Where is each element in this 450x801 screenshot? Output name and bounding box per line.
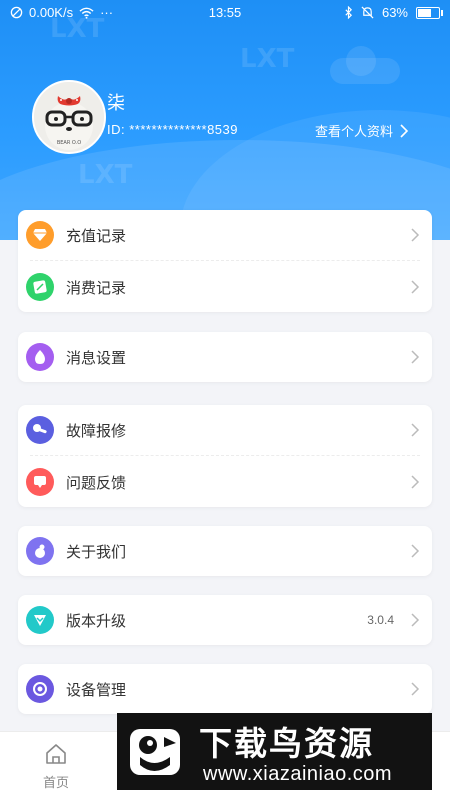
settings-card: 消息设置 (18, 332, 432, 382)
consumption-records-label: 消费记录 (66, 278, 127, 297)
upgrade-icon (26, 606, 54, 634)
device-management-row[interactable]: 设备管理 (18, 664, 432, 714)
upgrade-card: 版本升级 3.0.4 (18, 595, 432, 645)
consumption-records-row[interactable]: 消费记录 (18, 262, 432, 312)
chevron-right-icon (411, 423, 420, 437)
chevron-right-icon (411, 682, 420, 696)
chevron-right-icon (411, 350, 420, 364)
home-icon (46, 744, 66, 764)
cloud-decoration (330, 46, 400, 84)
ticket-icon (26, 273, 54, 301)
chevron-right-icon (411, 228, 420, 242)
chevron-right-icon (411, 280, 420, 294)
watermark: LXT (240, 44, 295, 74)
user-id: ID: **************8539 (107, 122, 238, 137)
battery-percent: 63% (381, 5, 408, 20)
version-number: 3.0.4 (367, 613, 394, 627)
status-bar: 0.00K/s ··· 13:55 63% (0, 0, 450, 26)
support-card: 故障报修 问题反馈 (18, 405, 432, 507)
user-id-value: **************8539 (129, 122, 238, 137)
diamond-icon (26, 221, 54, 249)
watermark: LXT (78, 160, 133, 190)
records-card: 充值记录 消费记录 (18, 210, 432, 312)
wrench-icon (26, 416, 54, 444)
device-management-label: 设备管理 (66, 680, 127, 699)
recharge-records-row[interactable]: 充值记录 (18, 210, 432, 260)
fault-repair-row[interactable]: 故障报修 (18, 405, 432, 455)
about-card: 关于我们 (18, 526, 432, 576)
view-profile-link[interactable]: 查看个人资料 (315, 121, 409, 140)
device-icon (26, 675, 54, 703)
feedback-row[interactable]: 问题反馈 (18, 457, 432, 507)
tab-home-label: 首页 (42, 776, 69, 791)
battery-icon (416, 6, 443, 19)
svg-text:BEAR O.O: BEAR O.O (57, 140, 81, 146)
brand-watermark-overlay: 下载鸟资源 www.xiazainiao.com (117, 713, 432, 790)
bear-glasses-avatar-icon: BEAR O.O (34, 82, 104, 152)
view-profile-label: 查看个人资料 (315, 125, 394, 140)
message-settings-row[interactable]: 消息设置 (18, 332, 432, 382)
info-icon (26, 537, 54, 565)
about-us-row[interactable]: 关于我们 (18, 526, 432, 576)
version-upgrade-label: 版本升级 (66, 611, 127, 630)
brand-title: 下载鸟资源 (199, 724, 374, 763)
message-settings-label: 消息设置 (66, 348, 127, 367)
chevron-right-icon (411, 475, 420, 489)
chevron-right-icon (411, 613, 420, 627)
brand-url: www.xiazainiao.com (203, 763, 393, 785)
user-id-label: ID: (107, 122, 126, 137)
feedback-icon (26, 468, 54, 496)
bluetooth-icon (345, 6, 352, 19)
tab-home[interactable]: 首页 (36, 742, 76, 791)
chevron-right-icon (400, 123, 409, 138)
avatar[interactable]: BEAR O.O (32, 80, 106, 154)
version-upgrade-row[interactable]: 版本升级 3.0.4 (18, 595, 432, 645)
fault-repair-label: 故障报修 (66, 421, 127, 440)
bird-logo-icon (130, 729, 180, 775)
device-card: 设备管理 (18, 664, 432, 714)
chevron-right-icon (411, 544, 420, 558)
nickname: 柒 (107, 93, 125, 114)
message-icon (26, 343, 54, 371)
mute-bell-icon (361, 6, 374, 19)
feedback-label: 问题反馈 (66, 473, 127, 492)
about-us-label: 关于我们 (66, 542, 127, 561)
recharge-records-label: 充值记录 (66, 226, 127, 245)
